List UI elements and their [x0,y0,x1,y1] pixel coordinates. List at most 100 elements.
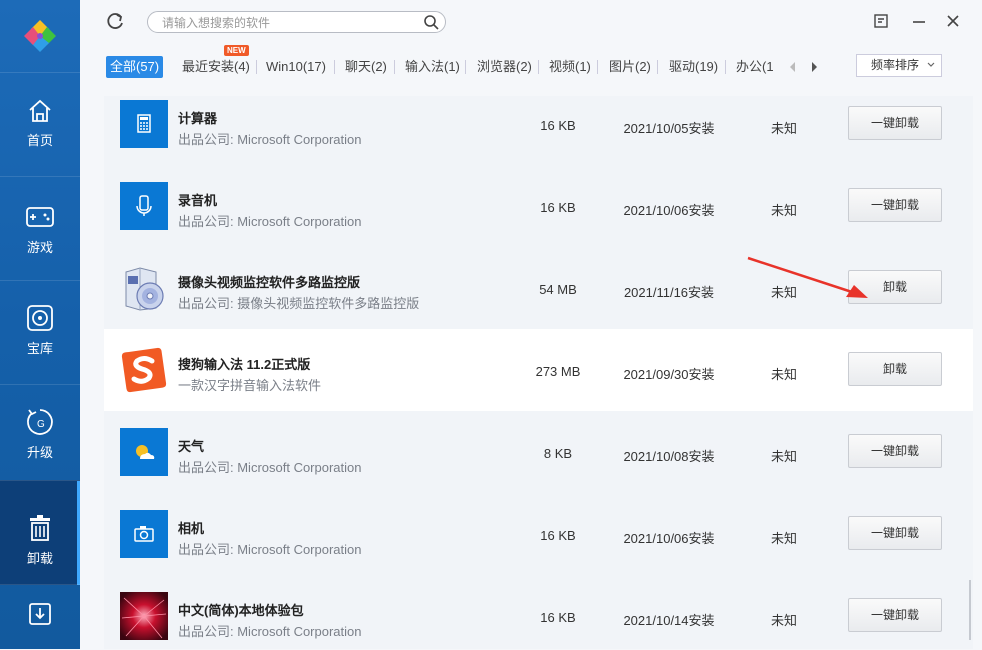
software-name: 摄像头视频监控软件多路监控版 [178,275,361,290]
one-click-uninstall-button[interactable]: 一键卸载 [848,106,942,140]
install-date: 2021/10/05安装 [623,121,715,136]
software-row: 中文(简体)本地体验包 出品公司: Microsoft Corporation … [104,575,973,649]
tab-recent[interactable]: 最近安装(4) [178,56,254,78]
one-click-uninstall-button[interactable]: 一键卸载 [848,434,942,468]
tab-divider [657,60,658,74]
software-description: 一款汉字拼音输入法软件 [178,378,322,393]
one-click-uninstall-button[interactable]: 一键卸载 [848,598,942,632]
search-box [147,11,446,33]
trash-icon [30,515,50,541]
software-rating: 未知 [770,203,797,218]
nav-item-treasury[interactable]: 宝库 [0,280,80,385]
software-rating: 未知 [770,285,797,300]
software-size: 16 KB [540,200,576,215]
tab-divider [256,60,257,74]
install-date: 2021/10/06安装 [623,531,715,546]
software-publisher: 出品公司: 摄像头视频监控软件多路监控版 [178,296,420,311]
language-pack-icon [120,592,168,640]
nav-item-download[interactable] [0,584,80,650]
tab-input-method[interactable]: 输入法(1) [401,56,464,78]
tab-divider [394,60,395,74]
nav-label: 游戏 [26,240,53,255]
software-publisher: 出品公司: Microsoft Corporation [178,132,362,147]
install-date: 2021/10/06安装 [623,203,715,218]
top-bar [80,0,982,46]
nav-label: 宝库 [26,341,53,356]
software-size: 16 KB [540,118,576,133]
software-name: 搜狗输入法 11.2正式版 [178,357,311,372]
download-icon [29,603,51,625]
software-rating: 未知 [770,449,797,464]
search-icon[interactable] [423,14,439,30]
software-rating: 未知 [770,121,797,136]
nav-label: 升级 [26,445,53,460]
nav-item-home[interactable]: 首页 [0,72,80,177]
chevron-down-icon [927,62,935,67]
install-date: 2021/11/16安装 [623,285,715,300]
tab-win10[interactable]: Win10(17) [262,56,330,78]
tab-scroll-left-icon[interactable] [788,61,798,73]
tab-video[interactable]: 视频(1) [545,56,595,78]
sort-label: 频率排序 [871,58,920,72]
software-size: 54 MB [539,282,577,297]
tab-chat[interactable]: 聊天(2) [341,56,391,78]
calculator-icon [120,100,168,148]
software-name: 相机 [178,521,205,536]
weather-icon [120,428,168,476]
software-box-icon [125,267,164,311]
refresh-icon[interactable] [104,11,126,33]
uninstall-button[interactable]: 卸载 [848,270,942,304]
close-icon[interactable] [944,12,962,30]
tab-divider [334,60,335,74]
uninstall-button[interactable]: 卸载 [848,352,942,386]
software-size: 16 KB [540,528,576,543]
software-publisher: 出品公司: Microsoft Corporation [178,542,362,557]
software-row: 相机 出品公司: Microsoft Corporation 16 KB 202… [104,493,973,576]
software-size: 16 KB [540,610,576,625]
tab-browser[interactable]: 浏览器(2) [473,56,536,78]
sidebar: 首页 游戏 宝库 G 升级 卸载 [0,0,80,649]
list-scrollbar[interactable] [969,580,971,640]
install-date: 2021/10/14安装 [623,613,715,628]
software-list: 计算器 出品公司: Microsoft Corporation 16 KB 20… [104,96,973,649]
pinwheel-logo-icon [24,20,56,52]
tab-image[interactable]: 图片(2) [605,56,655,78]
category-tabs: 全部(57) 最近安装(4) NEW Win10(17) 聊天(2) 输入法(1… [80,45,982,90]
home-icon [29,99,51,122]
software-row: 录音机 出品公司: Microsoft Corporation 16 KB 20… [104,165,973,248]
tab-office[interactable]: 办公(1 [732,56,778,78]
sort-dropdown[interactable]: 频率排序 [856,54,942,77]
software-name: 中文(简体)本地体验包 [178,603,304,618]
tab-divider [465,60,466,74]
software-size: 8 KB [543,446,573,461]
tab-divider [725,60,726,74]
tab-driver[interactable]: 驱动(19) [665,56,722,78]
install-date: 2021/09/30安装 [623,367,715,382]
window-controls [872,12,972,32]
software-row: 天气 出品公司: Microsoft Corporation 8 KB 2021… [104,411,973,494]
nav-item-uninstall[interactable]: 卸载 [0,480,80,585]
software-row: 计算器 出品公司: Microsoft Corporation 16 KB 20… [104,96,973,166]
tab-all[interactable]: 全部(57) [106,56,164,78]
software-name: 天气 [178,439,205,454]
nav-label: 卸载 [26,551,53,566]
tab-scroll-right-icon[interactable] [809,61,819,73]
software-row: 摄像头视频监控软件多路监控版 出品公司: 摄像头视频监控软件多路监控版 54 M… [104,247,973,330]
software-publisher: 出品公司: Microsoft Corporation [178,460,362,475]
svg-text:G: G [37,419,45,430]
software-publisher: 出品公司: Microsoft Corporation [178,214,362,229]
upgrade-icon: G [27,409,53,435]
sogou-icon [121,347,167,393]
feedback-icon[interactable] [872,12,890,30]
one-click-uninstall-button[interactable]: 一键卸载 [848,188,942,222]
gamepad-icon [26,207,54,227]
one-click-uninstall-button[interactable]: 一键卸载 [848,516,942,550]
software-rating: 未知 [770,613,797,628]
recorder-icon [120,182,168,230]
minimize-icon[interactable] [910,12,928,30]
nav-item-upgrade[interactable]: G 升级 [0,384,80,489]
search-input[interactable] [160,13,414,32]
nav-item-games[interactable]: 游戏 [0,176,80,281]
tab-divider [597,60,598,74]
software-rating: 未知 [770,531,797,546]
